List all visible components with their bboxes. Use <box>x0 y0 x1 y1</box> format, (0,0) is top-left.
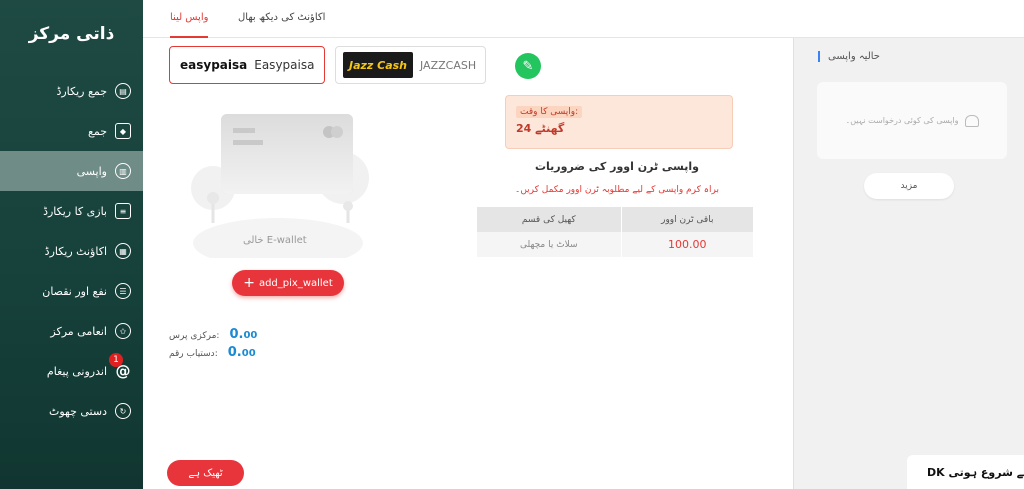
table-header-row: کھیل کی قسم باقی ٹرن اوور <box>477 207 755 232</box>
column-header: کھیل کی قسم <box>477 207 622 232</box>
top-tabs: واپس لینا اکاؤنٹ کی دیکھ بھال <box>143 0 1024 38</box>
sidebar-item-deposit[interactable]: جمع ◆ <box>0 111 143 151</box>
empty-withdrawals-card: واپسی کی کوئی درخواست نہیں۔ <box>817 82 1007 159</box>
sidebar-item-label: اکاؤنٹ ریکارڈ <box>44 244 107 258</box>
list-icon: ☰ <box>115 283 131 299</box>
sidebar-item-rewards-center[interactable]: انعامی مرکز ✩ <box>0 311 143 351</box>
notification-toast: DK سے شروع ہوتی <box>907 455 1024 489</box>
sidebar-menu: جمع ریکارڈ ▤ جمع ◆ واپسی ▥ بازی کا ریکار… <box>0 71 143 431</box>
tab-account-manage[interactable]: اکاؤنٹ کی دیکھ بھال <box>238 0 325 38</box>
sidebar: ذاتی مرکز جمع ریکارڈ ▤ جمع ◆ واپسی ▥ باز… <box>0 0 143 489</box>
sidebar-title: ذاتی مرکز <box>28 24 115 44</box>
game-type-cell: سلاٹ یا مچھلی <box>477 232 622 257</box>
withdraw-icon: ▥ <box>115 163 131 179</box>
sidebar-item-label: بازی کا ریکارڈ <box>43 204 107 218</box>
empty-withdrawals-text: واپسی کی کوئی درخواست نہیں۔ <box>845 116 959 125</box>
headset-icon <box>964 114 979 127</box>
withdraw-time-value: 24 گھنٹے <box>516 122 565 135</box>
rebate-icon: ↻ <box>115 403 131 419</box>
add-wallet-label: add_pix_wallet <box>258 277 333 289</box>
withdraw-panel: easypaisa Easypaisa Jazz Cash JAZZCASH ✎… <box>143 38 793 489</box>
center-wallet-balance: مرکزی پرس: 0.00 <box>169 327 257 342</box>
sidebar-item-manual-rebate[interactable]: دستی چھوٹ ↻ <box>0 391 143 431</box>
table-row: سلاٹ یا مچھلی 100.00 <box>477 232 755 257</box>
empty-wallet-illustration <box>191 114 369 258</box>
turnover-note: براہ کرم واپسی کے لیے مطلوبہ ٹرن اوور مک… <box>515 185 719 195</box>
sidebar-item-game-record[interactable]: بازی کا ریکارڈ ≡ <box>0 191 143 231</box>
sidebar-item-inbox[interactable]: 1 اندرونی پیغام @ <box>0 351 143 391</box>
plus-icon: + <box>243 275 255 291</box>
sidebar-item-label: جمع <box>87 124 107 138</box>
withdraw-time-box: واپسی کا وقت: 24 گھنٹے <box>505 95 733 149</box>
withdraw-time-label: واپسی کا وقت: <box>516 106 583 118</box>
jazzcash-name: JAZZCASH <box>420 58 477 72</box>
withdrawable-value: 0.00 <box>227 345 256 360</box>
sidebar-item-deposit-record[interactable]: جمع ریکارڈ ▤ <box>0 71 143 111</box>
confirm-button[interactable]: ٹھیک ہے <box>167 460 244 486</box>
center-wallet-label: مرکزی پرس: <box>169 331 220 341</box>
sidebar-item-label: واپسی <box>76 164 107 178</box>
sidebar-item-account-record[interactable]: اکاؤنٹ ریکارڈ ▦ <box>0 231 143 271</box>
deposit-icon: ◆ <box>115 123 131 139</box>
withdrawable-balance: دستیاب رقم: 0.00 <box>169 345 256 360</box>
account-record-icon: ▦ <box>115 243 131 259</box>
easypaisa-name: Easypaisa <box>254 58 315 72</box>
jazzcash-logo: Jazz Cash <box>343 52 413 78</box>
turnover-table: کھیل کی قسم باقی ٹرن اوور سلاٹ یا مچھلی … <box>477 207 755 257</box>
sidebar-item-withdraw[interactable]: واپسی ▥ <box>0 151 143 191</box>
unread-badge: 1 <box>109 353 123 367</box>
sidebar-item-label: اندرونی پیغام <box>46 364 107 378</box>
turnover-title: واپسی ٹرن اوور کی ضروریات <box>534 160 699 173</box>
tab-withdraw[interactable]: واپس لینا <box>170 0 209 38</box>
edit-icon[interactable]: ✎ <box>515 53 541 79</box>
more-button[interactable]: مزید <box>864 173 954 199</box>
withdrawable-label: دستیاب رقم: <box>169 349 218 359</box>
easypaisa-logo: easypaisa <box>180 58 248 72</box>
sidebar-item-label: جمع ریکارڈ <box>56 84 107 98</box>
empty-wallet-label: خالی E-wallet <box>243 235 307 246</box>
sidebar-item-label: نفع اور نقصان <box>42 284 107 298</box>
recent-withdrawals-panel: حالیہ واپسی واپسی کی کوئی درخواست نہیں۔ … <box>793 38 1024 489</box>
sidebar-item-label: انعامی مرکز <box>50 324 107 338</box>
sidebar-item-label: دستی چھوٹ <box>48 404 107 418</box>
star-icon: ✩ <box>115 323 131 339</box>
center-wallet-value: 0.00 <box>229 327 258 342</box>
add-wallet-button[interactable]: + add_pix_wallet <box>232 270 344 296</box>
jazzcash-option[interactable]: Jazz Cash JAZZCASH <box>335 46 486 84</box>
column-header: باقی ٹرن اوور <box>621 207 755 232</box>
sidebar-item-profit-loss[interactable]: نفع اور نقصان ☰ <box>0 271 143 311</box>
clipboard-icon: ≡ <box>115 203 131 219</box>
recent-withdrawals-title: حالیہ واپسی <box>818 51 880 62</box>
easypaisa-option[interactable]: easypaisa Easypaisa <box>169 46 325 84</box>
record-icon: ▤ <box>115 83 131 99</box>
remaining-turnover-cell: 100.00 <box>621 232 755 257</box>
